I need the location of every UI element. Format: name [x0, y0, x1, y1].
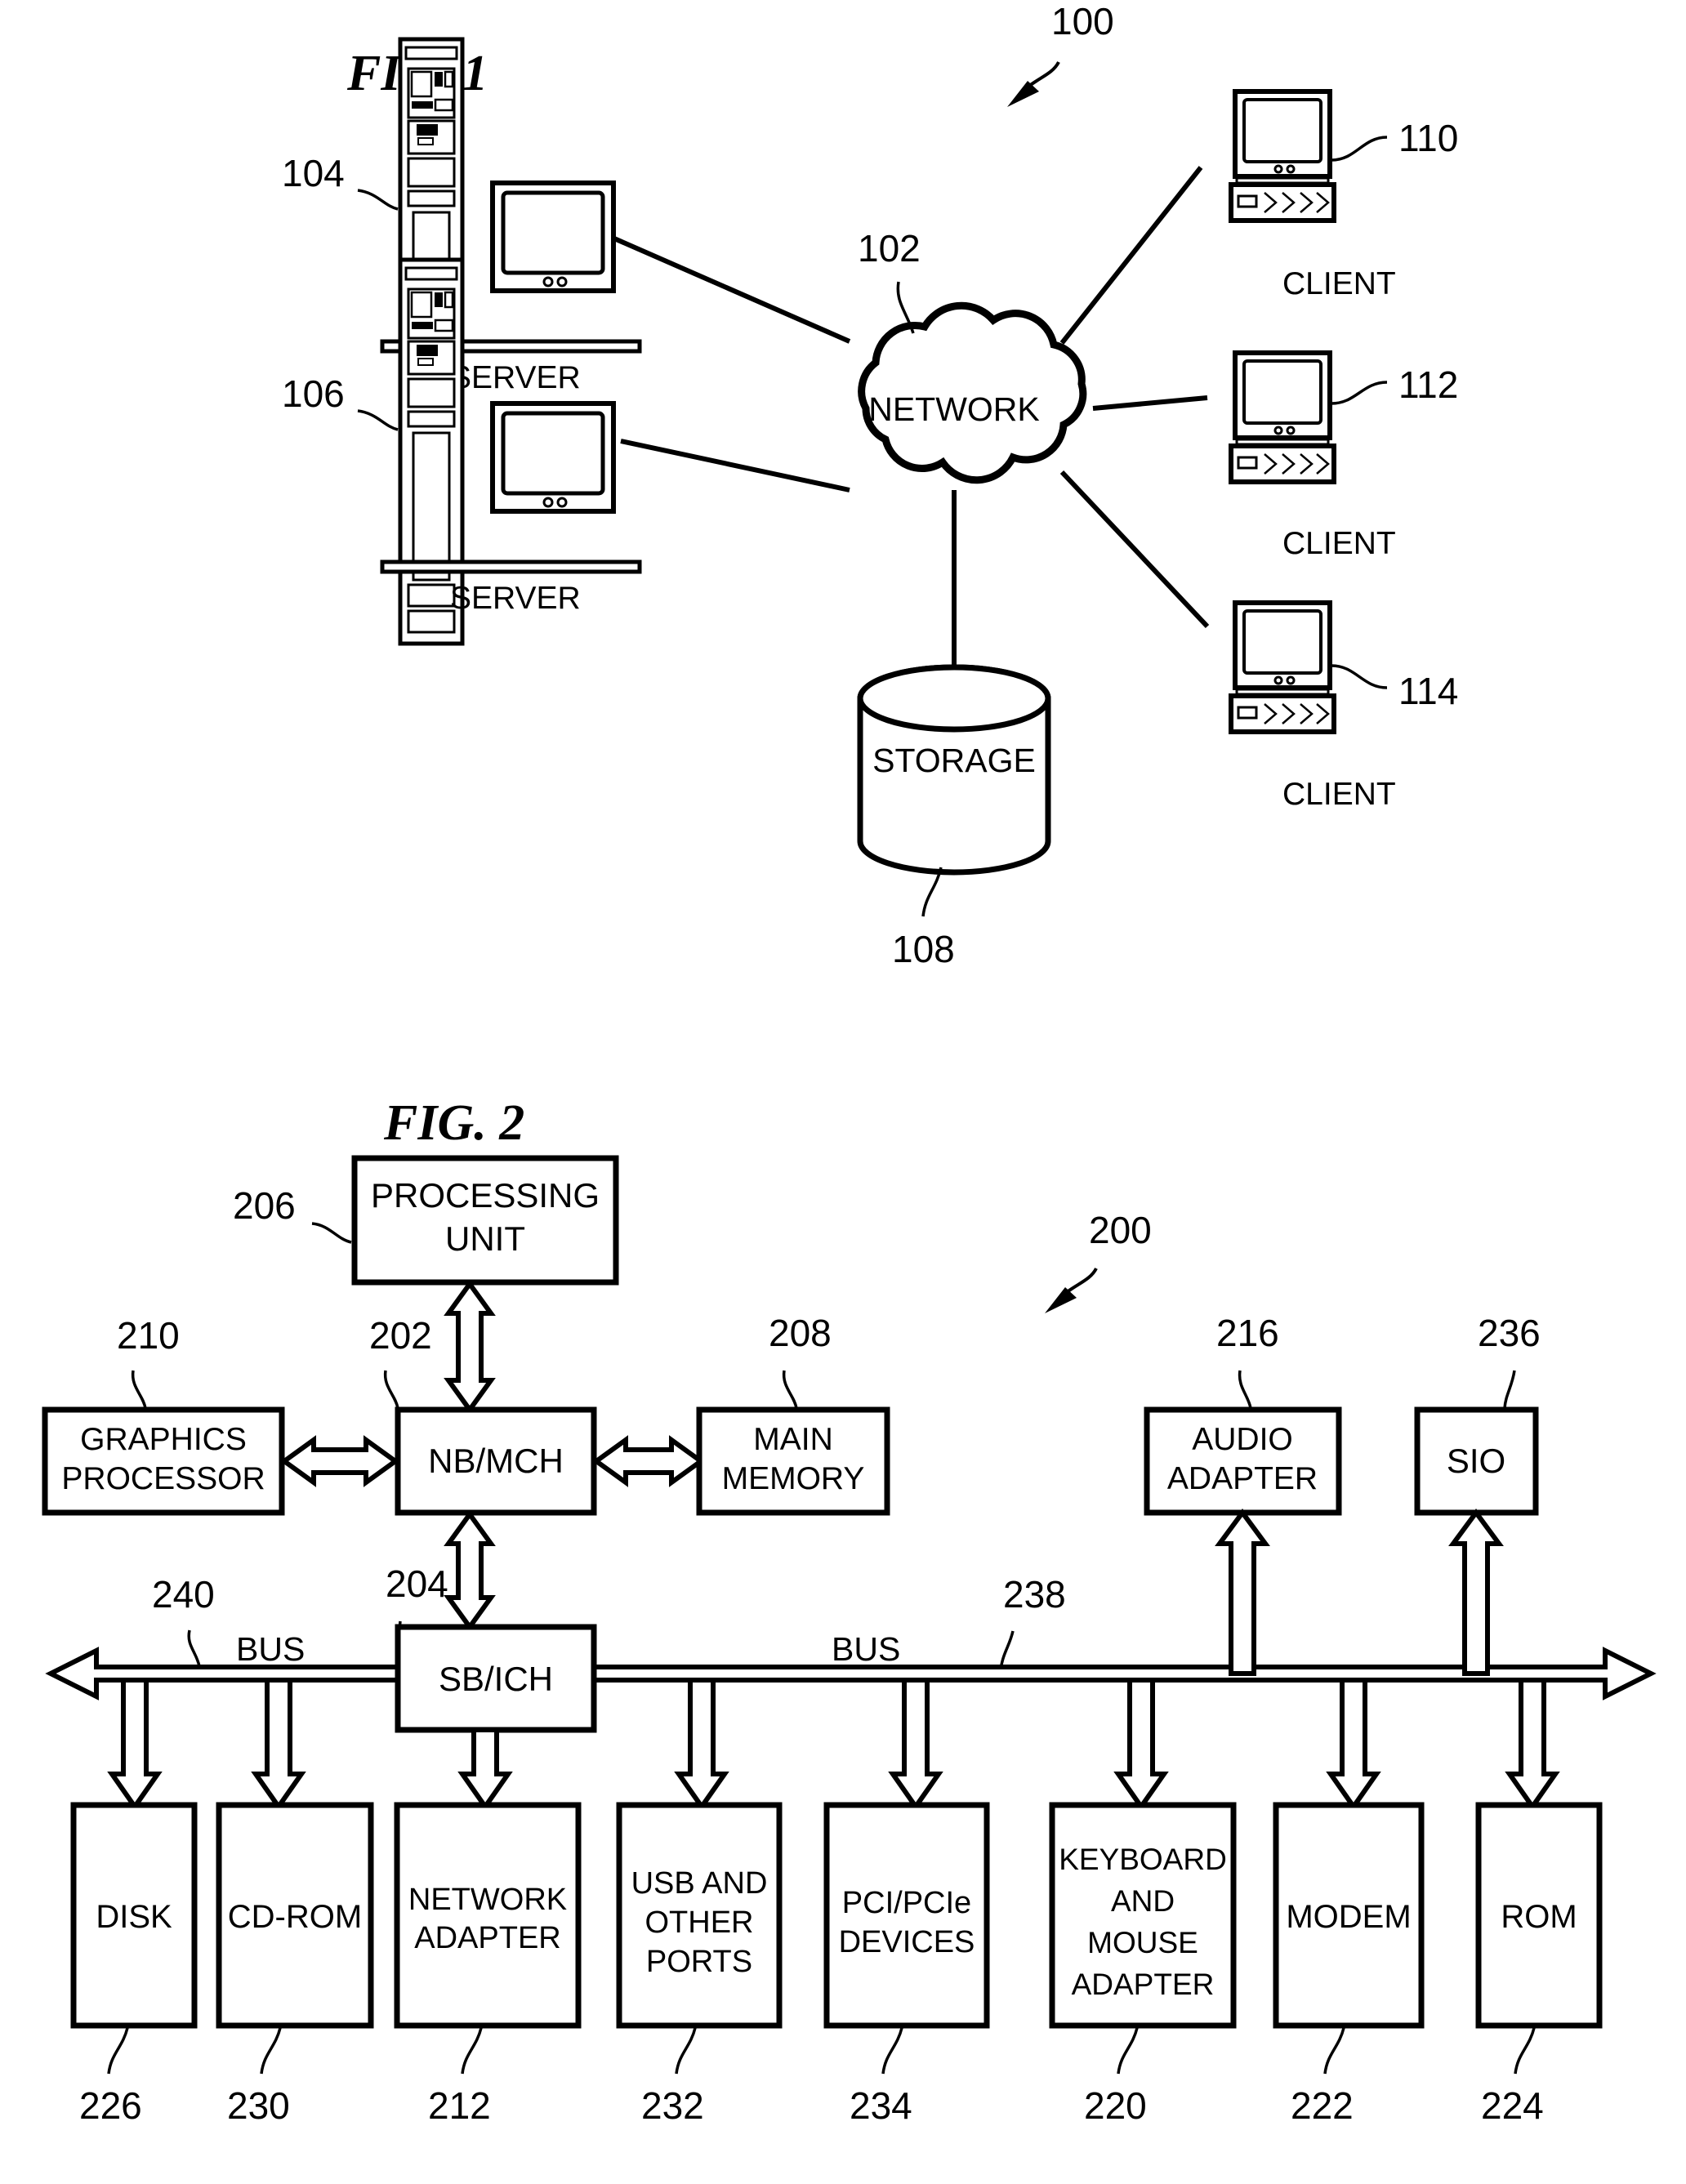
ref-114: 114 [1398, 670, 1458, 712]
fig2-node-keyboard-mouse-adapter: KEYBOARD AND MOUSE ADAPTER 220 [1049, 1802, 1237, 2127]
fig1-label-client-114: CLIENT [1282, 777, 1396, 812]
fig2-label-sio: SIO [1447, 1442, 1505, 1480]
ref-202: 202 [369, 1314, 432, 1357]
link-server106-network [620, 439, 850, 493]
ref-232: 232 [641, 2084, 704, 2127]
fig2-label-pci-devices-l2: DEVICES [839, 1925, 975, 1959]
fig1-node-network-102: NETWORK 102 [858, 227, 1087, 484]
fig2-node-network-adapter: NETWORK ADAPTER 212 [394, 1802, 582, 2127]
fig2-label-usb-ports-l2: OTHER [645, 1905, 754, 1940]
fig2-label-usb-ports-l1: USB AND [631, 1866, 768, 1901]
fig1-label-network: NETWORK [868, 390, 1040, 428]
fig2-label-network-adapter-l1: NETWORK [408, 1883, 567, 1917]
fig2-label-graphics-processor-l1: GRAPHICS [80, 1422, 247, 1457]
fig2-label-main-memory-l1: MAIN [753, 1422, 833, 1457]
fig2-label-usb-ports-l3: PORTS [646, 1945, 752, 1979]
fig2-node-modem: MODEM 222 [1273, 1802, 1425, 2127]
fig2-node-pci-devices: PCI/PCIe DEVICES 234 [823, 1802, 990, 2127]
fig1-node-storage-108: STORAGE 108 [857, 664, 1051, 970]
ref-238: 238 [1003, 1573, 1066, 1616]
fig1-label-client-112: CLIENT [1282, 526, 1396, 561]
fig2-label-rom: ROM [1501, 1899, 1577, 1935]
fig2-label-processing-unit-l1: PROCESSING [371, 1176, 600, 1215]
fig2-label-sbich: SB/ICH [439, 1660, 553, 1698]
ref-226: 226 [79, 2084, 142, 2127]
link-network-client110 [1059, 166, 1203, 345]
fig2-label-bus-240: BUS [236, 1630, 305, 1668]
arrow-bus-sio [1448, 1508, 1504, 1676]
fig2-node-cdrom: CD-ROM 230 [216, 1802, 374, 2127]
ref-240: 240 [152, 1573, 215, 1616]
ref-102: 102 [858, 227, 921, 270]
ref-212: 212 [428, 2084, 491, 2127]
fig1-node-client-114: CLIENT 114 [1231, 603, 1458, 812]
fig2-node-sbich: SB/ICH [395, 1624, 597, 1733]
arrow-graphics-nbmch [279, 1435, 400, 1487]
fig2-label-modem: MODEM [1286, 1899, 1411, 1935]
ref-224: 224 [1481, 2084, 1544, 2127]
fig2-title: FIG. 2 [383, 1095, 524, 1151]
arrow-nbmch-mainmemory [591, 1435, 706, 1487]
link-server104-network [613, 236, 851, 344]
fig1-label-server-104: SERVER [450, 360, 581, 395]
fig2-label-pci-devices-l1: PCI/PCIe [842, 1886, 971, 1920]
fig1-node-client-110: CLIENT 110 [1231, 91, 1458, 301]
fig2-label-disk: DISK [96, 1899, 172, 1935]
fig2-label-kbm-l4: ADAPTER [1072, 1968, 1215, 2001]
ref-100: 100 [1051, 0, 1114, 42]
fig2-label-audio-adapter-l1: AUDIO [1192, 1422, 1293, 1457]
fig2-label-main-memory-l2: MEMORY [722, 1461, 865, 1496]
fig1-label-storage: STORAGE [872, 742, 1036, 779]
ref-230: 230 [227, 2084, 290, 2127]
ref-204: 204 [386, 1562, 448, 1605]
fig2-label-audio-adapter-l2: ADAPTER [1167, 1461, 1318, 1496]
ref-236: 236 [1478, 1312, 1541, 1354]
ref-104: 104 [282, 152, 345, 194]
fig2-label-graphics-processor-l2: PROCESSOR [61, 1461, 265, 1496]
ref-112: 112 [1398, 363, 1458, 406]
ref-222: 222 [1291, 2084, 1354, 2127]
link-network-client112 [1092, 395, 1208, 411]
ref-234: 234 [850, 2084, 912, 2127]
fig2-label-bus-238: BUS [832, 1630, 900, 1668]
fig2-node-rom: ROM 224 [1475, 1802, 1603, 2127]
figure-2: FIG. 2 200 PROCESSING UNIT 206 GRAPHICS … [42, 1095, 1657, 2127]
fig1-node-client-112: CLIENT 112 [1231, 353, 1458, 561]
fig1-label-client-110: CLIENT [1282, 266, 1396, 301]
fig2-label-kbm-l2: AND [1111, 1884, 1175, 1918]
fig1-label-server-106: SERVER [450, 581, 581, 616]
ref-220: 220 [1084, 2084, 1147, 2127]
fig2-label-nbmch: NB/MCH [428, 1442, 564, 1480]
ref-110: 110 [1398, 117, 1458, 159]
fig1-node-server-106: SERVER 106 [282, 260, 642, 644]
fig2-label-kbm-l3: MOUSE [1087, 1926, 1198, 1959]
fig2-node-sio: SIO 236 [1414, 1312, 1541, 1516]
arrow-processing-unit-nbmch [444, 1279, 496, 1415]
ref-106: 106 [282, 372, 345, 415]
fig2-node-audio-adapter: AUDIO ADAPTER 216 [1144, 1312, 1342, 1516]
patent-drawing-sheet: FIG. 1 100 SERVER 104 SERVER 106 [42, 0, 1657, 2127]
fig2-label-kbm-l1: KEYBOARD [1059, 1843, 1227, 1876]
fig2-label-cdrom: CD-ROM [228, 1899, 362, 1935]
arrow-nbmch-sbich [444, 1509, 496, 1632]
fig2-node-processing-unit: PROCESSING UNIT 206 [233, 1155, 619, 1286]
ref-206: 206 [233, 1184, 296, 1227]
fig2-node-graphics-processor: GRAPHICS PROCESSOR 210 [42, 1314, 285, 1516]
figure-1: FIG. 1 100 SERVER 104 SERVER 106 [282, 0, 1458, 970]
ref-210: 210 [117, 1314, 180, 1357]
ref-108: 108 [892, 928, 955, 970]
fig2-node-main-memory: MAIN MEMORY 208 [696, 1312, 890, 1516]
fig2-node-usb-ports: USB AND OTHER PORTS 232 [616, 1802, 783, 2127]
fig2-label-processing-unit-l2: UNIT [445, 1219, 525, 1258]
ref-216: 216 [1216, 1312, 1279, 1354]
link-network-client114 [1059, 470, 1210, 629]
arrow-bus-audio-adapter [1215, 1508, 1270, 1676]
fig2-label-network-adapter-l2: ADAPTER [414, 1921, 560, 1955]
ref-208: 208 [769, 1312, 832, 1354]
ref-200: 200 [1089, 1209, 1152, 1251]
fig2-bus-down-arrows [107, 1678, 1560, 1812]
fig2-node-disk: DISK 226 [70, 1802, 198, 2127]
